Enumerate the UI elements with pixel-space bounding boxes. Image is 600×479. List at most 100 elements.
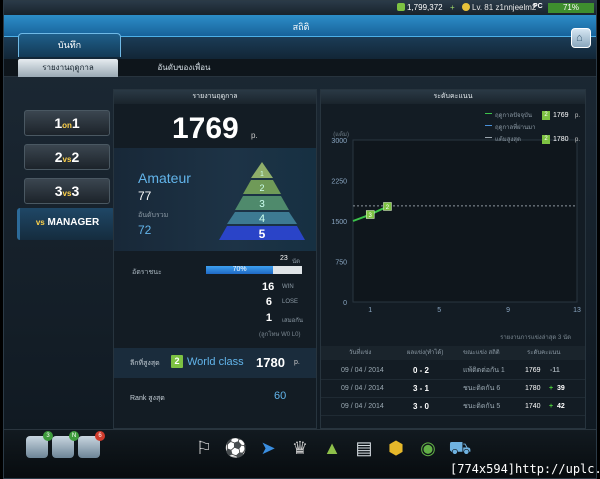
boots-icon[interactable]: ➤ xyxy=(254,434,282,462)
home-button[interactable]: ⌂ xyxy=(571,28,591,48)
mode-vs-manager-button[interactable]: vs MANAGER xyxy=(17,208,115,240)
profile-icon[interactable]: 3 xyxy=(26,431,53,458)
y-tick-label: 2250 xyxy=(331,179,347,186)
shop-cart-icon[interactable]: ⛟ xyxy=(446,434,474,462)
subtab-friend-ranking[interactable]: อันดับของเพื่อน xyxy=(144,59,224,77)
season-score-unit: p. xyxy=(251,131,258,140)
ball-icon[interactable]: ⚽ xyxy=(222,434,250,462)
pyramid-level-5: 5 xyxy=(259,227,266,241)
rating-panel: ระดับคะแนน (แต้ม) 0 750 1500 2250 3000 1 5 9 13 3 2… xyxy=(320,89,586,429)
battery-indicator: 71% xyxy=(548,3,594,13)
season-report-panel: รายงานฤดูกาล 1769 p. Amateur 77 อันดับรว… xyxy=(113,89,317,429)
league-pyramid-icon[interactable]: ▲ xyxy=(318,434,346,462)
league-name: Amateur xyxy=(138,170,191,186)
money-display: 1,799,372 xyxy=(397,3,443,12)
legend-last-season: ฤดูกาลที่ผ่านมา xyxy=(485,122,535,134)
legend-highest: แต้มสูงสุด 2 1780 p. xyxy=(485,134,580,146)
rating-panel-title: ระดับคะแนน xyxy=(321,90,585,104)
pyramid-level-1: 1 xyxy=(260,171,264,178)
level-text: Lv. 81 xyxy=(472,3,494,12)
history-header-rating: ระดับคะแนน xyxy=(527,350,561,356)
overall-rank-label: อันดับรวม xyxy=(138,212,169,219)
chart-plot-area xyxy=(352,139,578,303)
x-tick-label: 5 xyxy=(437,307,441,314)
season-score: 1769 xyxy=(172,112,239,145)
y-tick-label: 3000 xyxy=(331,138,347,145)
platform-label: PC xyxy=(533,3,543,10)
best-league-label: ลีกที่สูงสุด xyxy=(130,360,160,367)
history-row: 09 / 04 / 2014 3 - 1 ชนะติดกัน 6 1780 + … xyxy=(321,380,585,398)
draws-label: เสมอกัน xyxy=(282,318,304,324)
pyramid-level-2: 2 xyxy=(259,183,264,193)
status-bar: 1,799,372 + Lv. 81 z1nnjeelm2 PC 71% xyxy=(4,1,596,15)
y-tick-label: 0 xyxy=(343,300,347,307)
games-played: 23 xyxy=(280,255,288,262)
gold-medal-icon[interactable]: ⬢ xyxy=(382,434,410,462)
best-score: 1780 xyxy=(256,355,285,370)
pyramid-level-4: 4 xyxy=(259,213,265,225)
chart-legend: ฤดูกาลปัจจุบัน 2 1769 p. ฤดูกาลที่ผ่านมา แต… xyxy=(485,110,580,146)
x-tick-label: 13 xyxy=(573,307,581,314)
winrate-bar: 70% xyxy=(206,266,302,274)
overall-rank-value: 72 xyxy=(138,223,152,237)
points-icon[interactable]: ◉ xyxy=(414,434,442,462)
watermark: [774x594]http://uplc.me/ xyxy=(450,462,600,476)
level-display: Lv. 81 z1nnjeelm2 xyxy=(462,3,536,12)
app-window: 1,799,372 + Lv. 81 z1nnjeelm2 PC 71% สถิ… xyxy=(3,0,597,479)
increase-icon: + xyxy=(549,385,554,392)
league-pyramid-icon: 1 2 3 4 5 xyxy=(219,162,305,241)
winrate-label: อัตราชนะ xyxy=(132,269,162,276)
y-tick-label: 1500 xyxy=(331,219,347,226)
league-box: Amateur 77 อันดับรวม 72 1 2 3 4 5 xyxy=(114,148,316,251)
highest-rank-label: Rank สูงสุด xyxy=(130,395,165,402)
y-axis-unit: (แต้ม) xyxy=(333,131,349,138)
draws-count: 1 xyxy=(265,312,272,324)
add-money-button[interactable]: + xyxy=(450,3,455,12)
penalty-note: (ลูกโทษ W0 L0) xyxy=(259,332,301,338)
games-unit: นัด xyxy=(292,259,300,265)
trophy-icon[interactable]: ♛ xyxy=(286,434,314,462)
losses-count: 6 xyxy=(265,296,272,308)
losses-label: LOSE xyxy=(282,299,299,305)
best-league-badge: 2 xyxy=(171,355,183,368)
history-note: รายงานการแข่งล่าสุด 3 นัด xyxy=(500,335,571,341)
mode-1on1-button[interactable]: 1on1 xyxy=(24,110,110,136)
wins-label: WIN xyxy=(282,284,294,290)
league-points: 77 xyxy=(138,189,152,203)
mode-3vs3-button[interactable]: 3vs3 xyxy=(24,178,110,204)
level-icon xyxy=(462,3,470,11)
mail-icon[interactable]: 6 xyxy=(78,431,105,458)
friends-icon[interactable]: N xyxy=(52,431,79,458)
best-score-unit: p. xyxy=(294,359,300,366)
mode-2vs2-button[interactable]: 2vs2 xyxy=(24,144,110,170)
tab-records[interactable]: บันทึก xyxy=(18,33,121,57)
y-tick-label: 750 xyxy=(335,260,347,267)
history-header-streak: ขณะแข่ง สถิติ xyxy=(463,350,500,356)
x-tick-label: 1 xyxy=(368,307,372,314)
season-panel-title: รายงานฤดูกาล xyxy=(114,90,316,104)
best-league-name: World class xyxy=(187,356,244,368)
history-header-date: วันที่แข่ง xyxy=(349,350,372,356)
best-league-box: ลีกที่สูงสุด 2 World class 1780 p. xyxy=(114,348,316,378)
wins-count: 16 xyxy=(262,281,275,293)
whistle-icon[interactable]: ⚐ xyxy=(190,434,218,462)
money-amount: 1,799,372 xyxy=(407,3,443,12)
page-title: สถิติ xyxy=(292,22,310,32)
money-icon xyxy=(397,3,405,11)
cards-icon[interactable]: ▤ xyxy=(350,434,378,462)
subtab-bar: รายงานฤดูกาล อันดับของเพื่อน xyxy=(4,59,596,77)
winrate-fill: 70% xyxy=(206,266,274,274)
home-icon: ⌂ xyxy=(576,32,583,44)
pyramid-level-3: 3 xyxy=(259,199,265,210)
history-row: 09 / 04 / 2014 0 - 2 แพ้ติดต่อกัน 1 1769… xyxy=(321,362,585,380)
username: z1nnjeelm2 xyxy=(495,3,537,12)
x-tick-label: 9 xyxy=(506,307,510,314)
history-row: 09 / 04 / 2014 3 - 0 ชนะติดกัน 5 1740 + … xyxy=(321,398,585,416)
history-header: วันที่แข่ง ผลแข่ง(ทำได้) ขณะแข่ง สถิติ ร… xyxy=(321,346,585,360)
subtab-season-report[interactable]: รายงานฤดูกาล xyxy=(18,59,118,77)
history-header-score: ผลแข่ง(ทำได้) xyxy=(407,350,444,356)
rating-chart: (แต้ม) 0 750 1500 2250 3000 1 5 9 13 3 2 ฤดูกาลปัจจ… xyxy=(321,104,585,314)
highest-rank-value: 60 xyxy=(274,390,287,402)
increase-icon: + xyxy=(549,403,554,410)
legend-current-season: ฤดูกาลปัจจุบัน 2 1769 p. xyxy=(485,110,580,122)
